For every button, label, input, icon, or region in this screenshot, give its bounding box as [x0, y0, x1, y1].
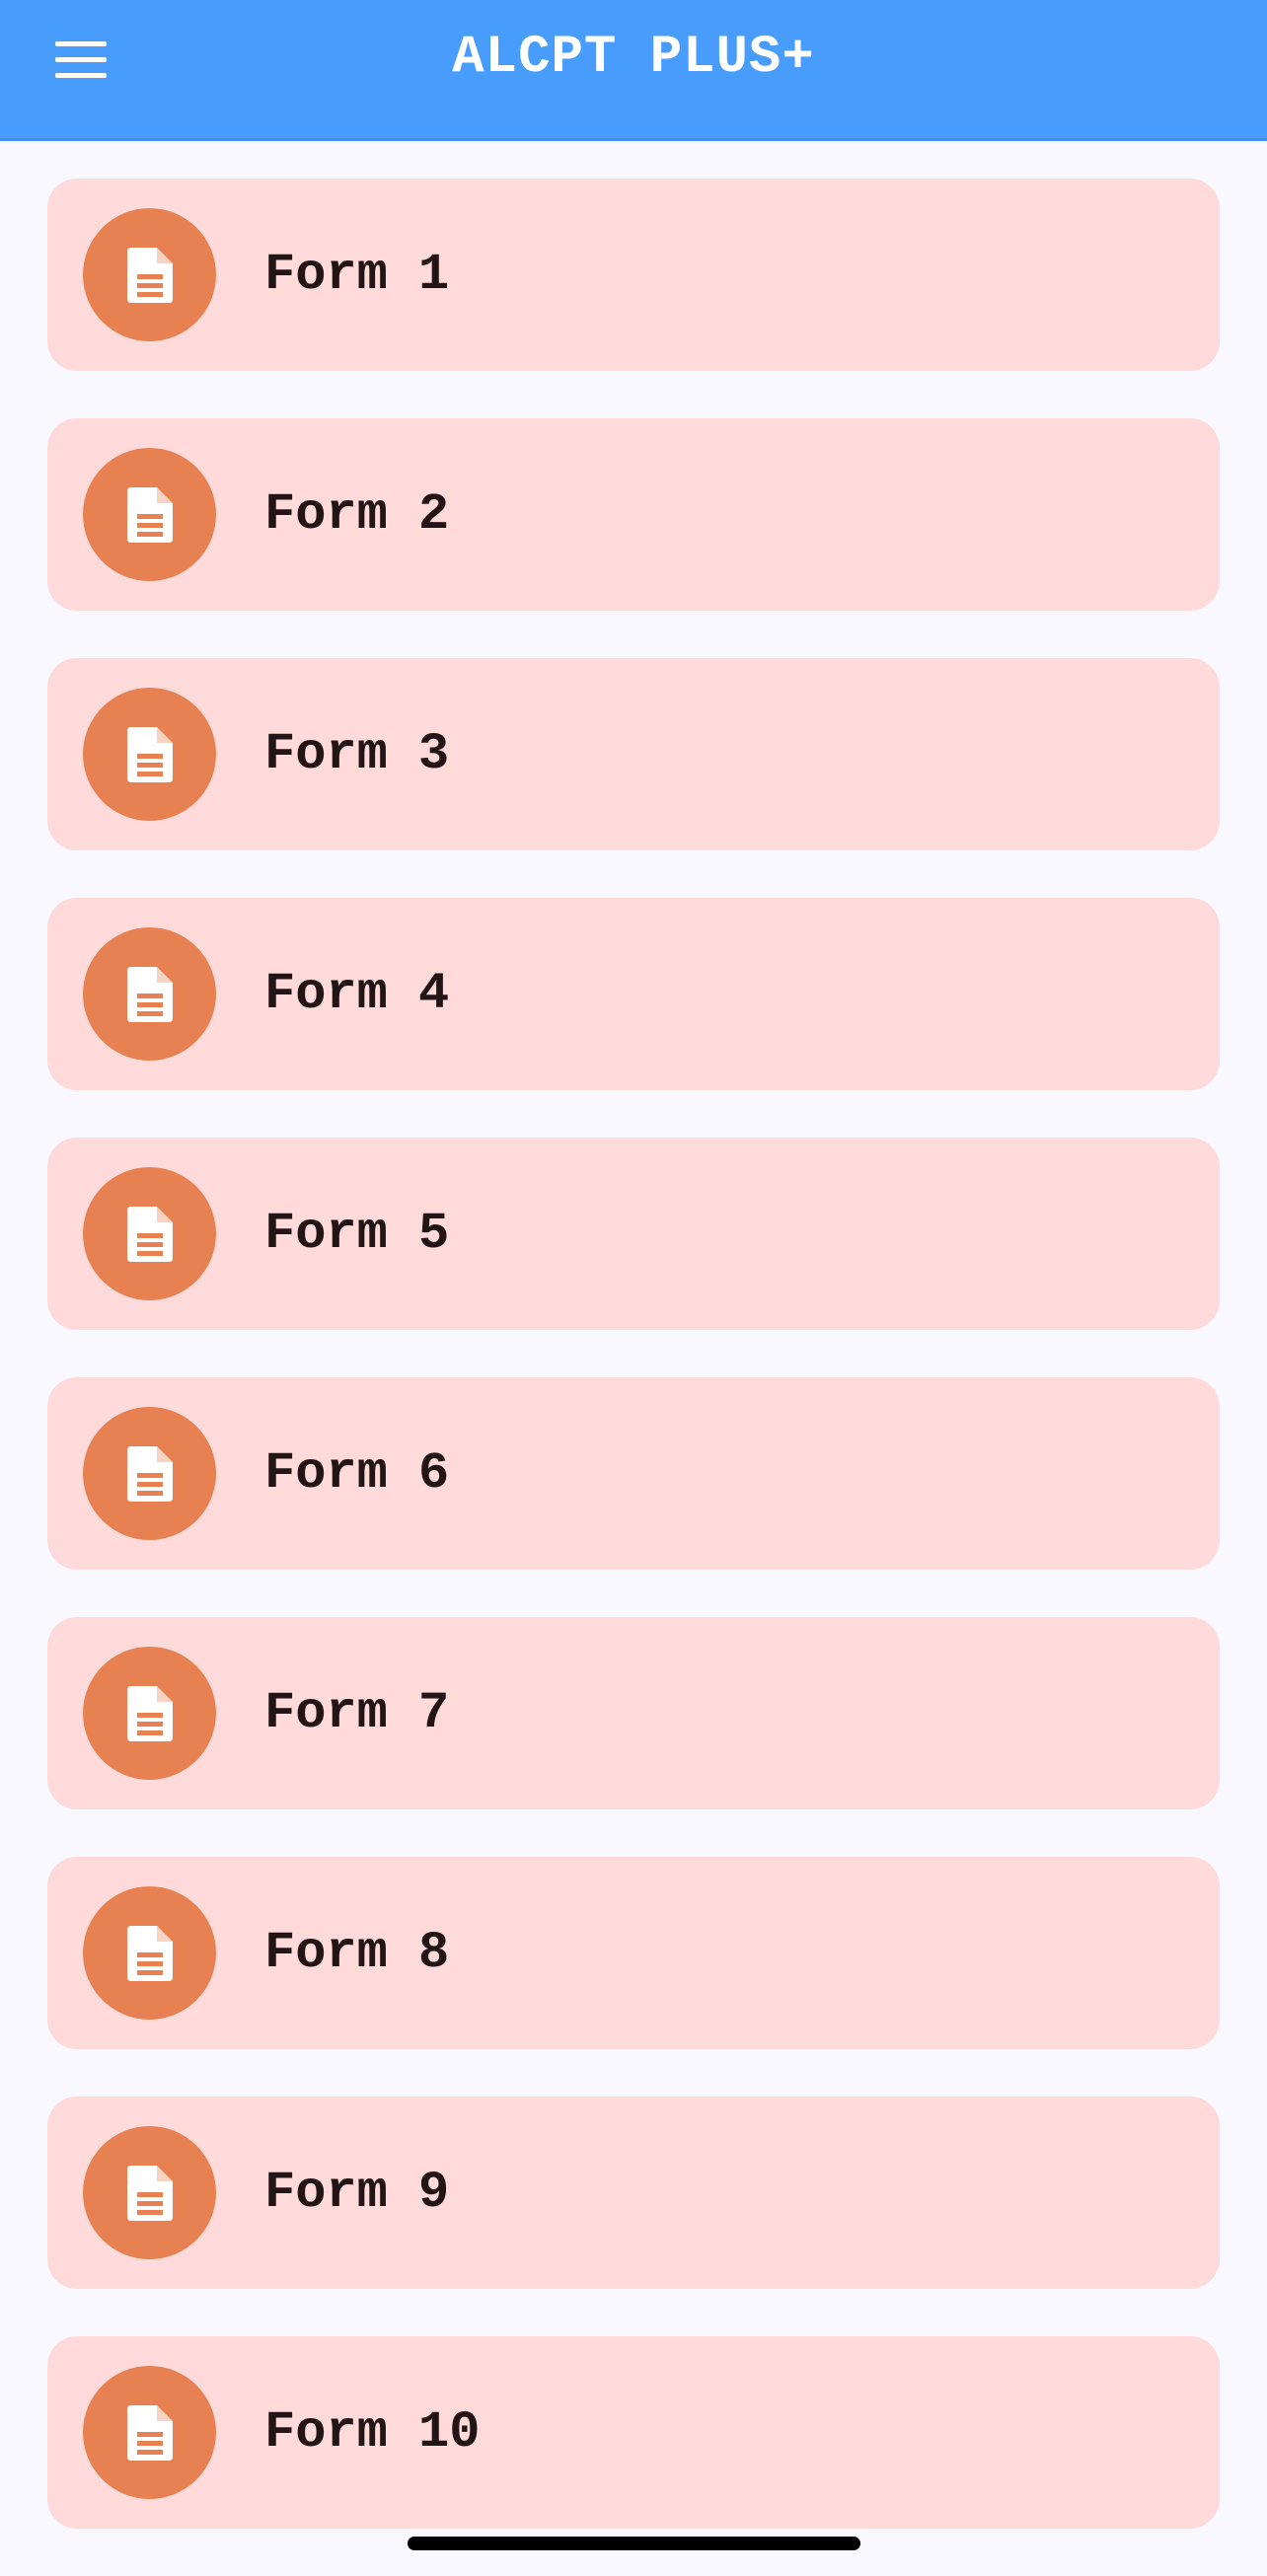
- form-label: Form 6: [264, 1444, 450, 1503]
- form-label: Form 7: [264, 1684, 450, 1742]
- form-item-9[interactable]: Form 9: [47, 2097, 1220, 2289]
- form-label: Form 2: [264, 485, 450, 544]
- form-item-3[interactable]: Form 3: [47, 658, 1220, 850]
- document-icon: [83, 927, 216, 1061]
- home-indicator[interactable]: [408, 2537, 860, 2550]
- form-label: Form 10: [264, 2403, 481, 2462]
- form-item-7[interactable]: Form 7: [47, 1617, 1220, 1809]
- hamburger-menu-icon-bar: [55, 56, 107, 62]
- form-item-5[interactable]: Form 5: [47, 1138, 1220, 1330]
- app-bar: ALCPT PLUS+: [0, 0, 1267, 141]
- form-item-10[interactable]: Form 10: [47, 2336, 1220, 2529]
- document-icon: [83, 688, 216, 821]
- hamburger-menu-icon-bar: [55, 72, 107, 78]
- form-label: Form 8: [264, 1924, 450, 1982]
- form-label: Form 5: [264, 1205, 450, 1263]
- document-icon: [83, 208, 216, 341]
- document-icon: [83, 2366, 216, 2499]
- document-icon: [83, 1407, 216, 1540]
- app-title: ALCPT PLUS+: [452, 27, 815, 88]
- document-icon: [83, 1886, 216, 2020]
- form-item-8[interactable]: Form 8: [47, 1857, 1220, 2049]
- form-label: Form 9: [264, 2164, 450, 2222]
- menu-button[interactable]: [39, 28, 126, 91]
- form-item-1[interactable]: Form 1: [47, 179, 1220, 371]
- form-item-4[interactable]: Form 4: [47, 898, 1220, 1090]
- form-label: Form 4: [264, 965, 450, 1023]
- form-item-6[interactable]: Form 6: [47, 1377, 1220, 1570]
- document-icon: [83, 1647, 216, 1780]
- document-icon: [83, 1167, 216, 1300]
- form-label: Form 3: [264, 725, 450, 783]
- form-item-2[interactable]: Form 2: [47, 418, 1220, 611]
- document-icon: [83, 448, 216, 581]
- form-label: Form 1: [264, 246, 450, 304]
- document-icon: [83, 2126, 216, 2259]
- hamburger-menu-icon: [55, 40, 107, 46]
